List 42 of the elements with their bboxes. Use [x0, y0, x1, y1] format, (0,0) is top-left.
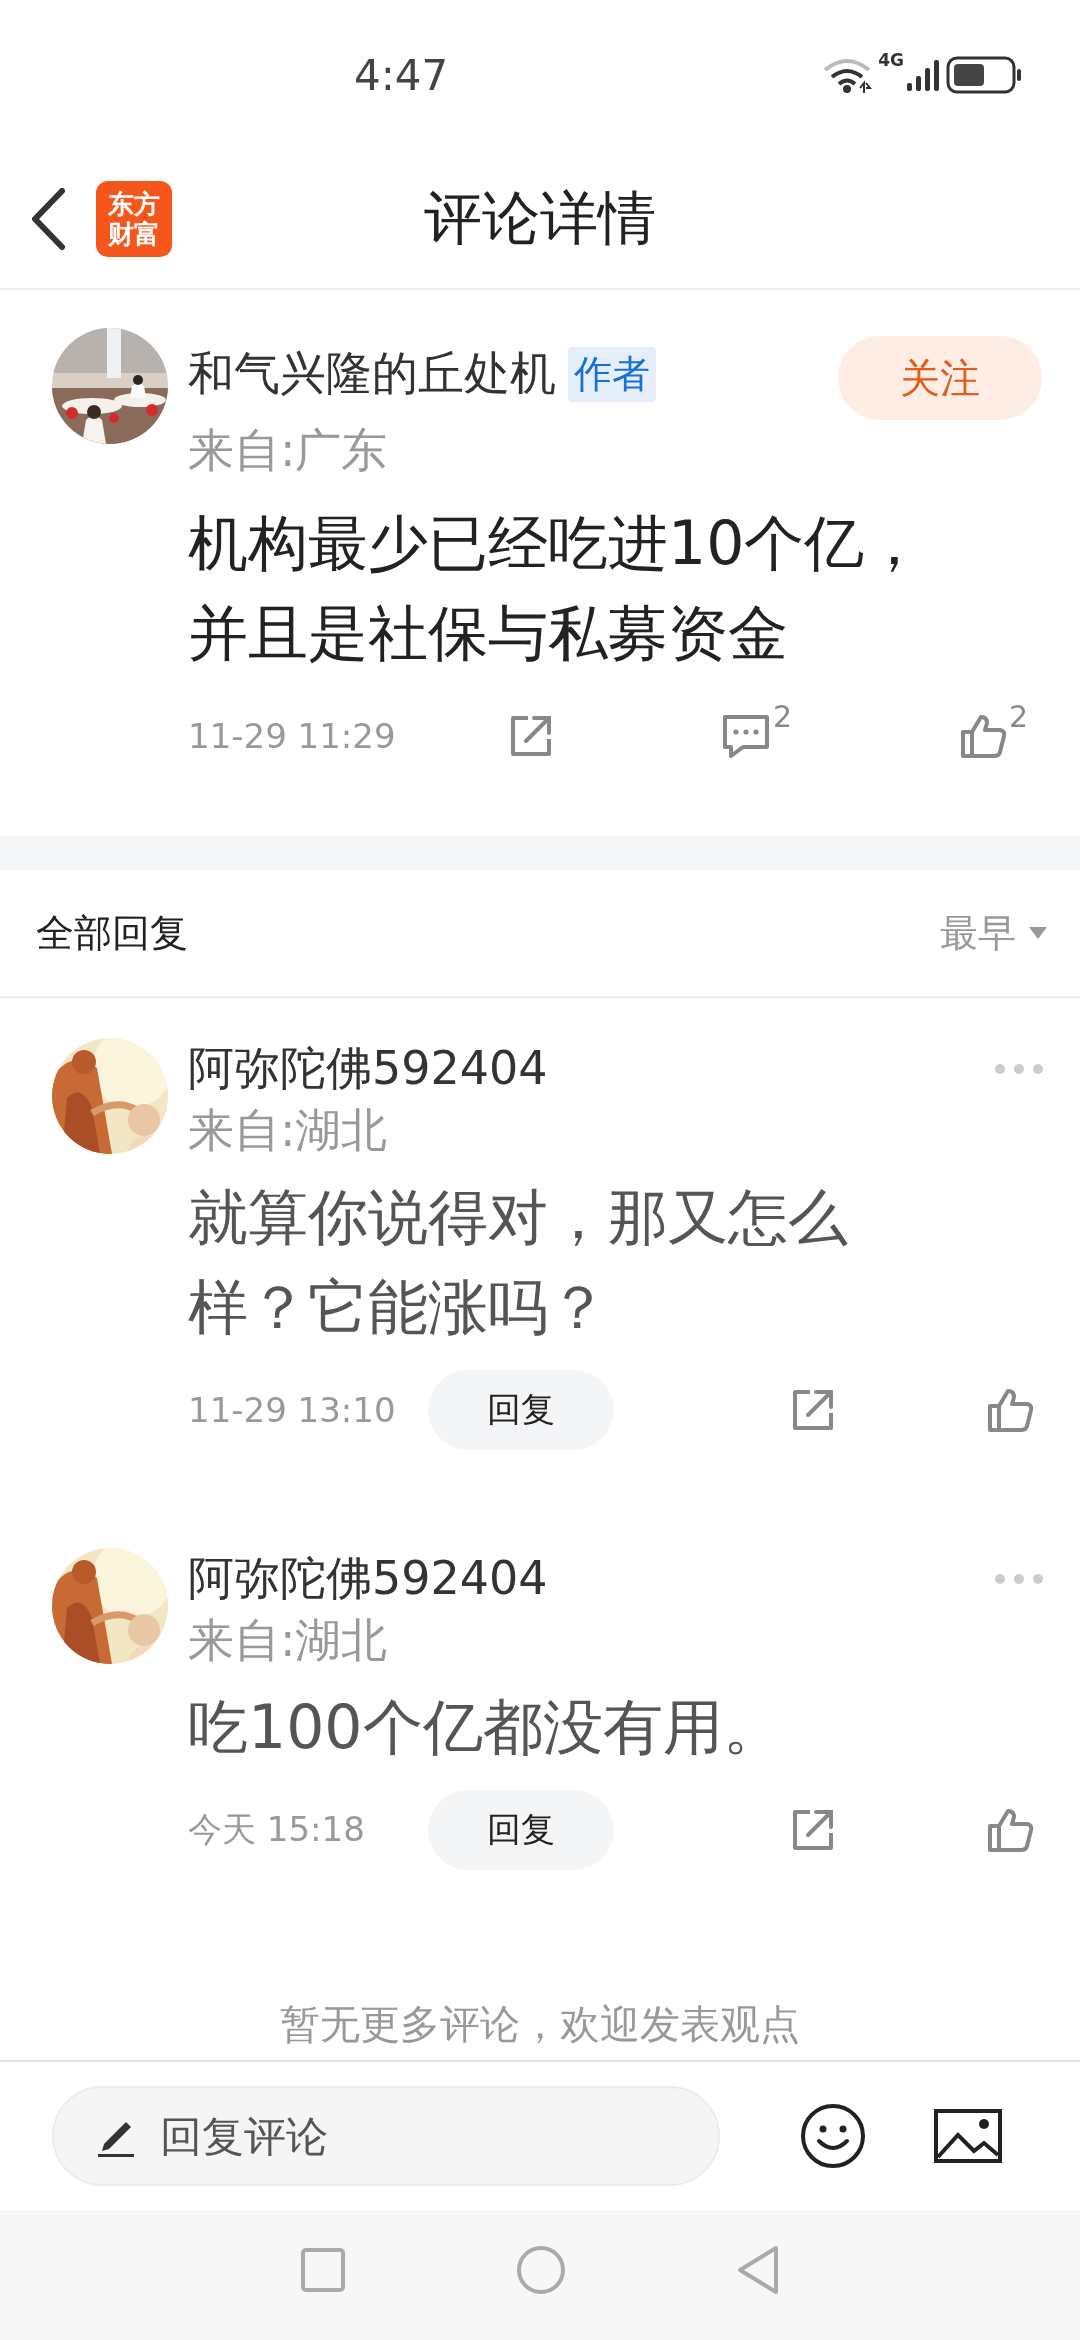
author-name[interactable]: 阿弥陀佛592404 [188, 1038, 548, 1100]
battery-icon [946, 56, 1022, 94]
home-icon[interactable] [516, 2245, 566, 2295]
share-icon[interactable] [790, 1387, 836, 1433]
wifi-icon [822, 56, 873, 94]
share-icon[interactable] [508, 713, 554, 759]
comment-count: 2 [772, 699, 792, 734]
reply-button[interactable]: 回复 [428, 1790, 614, 1870]
reply-button[interactable]: 回复 [428, 1370, 614, 1450]
smiley-icon[interactable] [800, 2103, 866, 2169]
reply-text: 就算你说得对，那又怎么样？它能涨吗？ [188, 1181, 849, 1344]
reply-time: 11-29 13:10 [188, 1390, 397, 1430]
share-icon[interactable] [790, 1807, 836, 1853]
back-nav-icon[interactable] [736, 2245, 780, 2295]
like-count: 2 [1008, 699, 1028, 734]
status-time: 4:47 [354, 50, 449, 100]
location-text: 来自:湖北 [188, 1612, 389, 1669]
author-name[interactable]: 阿弥陀佛592404 [188, 1548, 548, 1610]
thumbs-up-icon[interactable] [986, 1807, 1034, 1853]
author-name[interactable]: 和气兴隆的丘处机 [188, 343, 556, 405]
location-text: 来自:湖北 [188, 1102, 389, 1159]
end-note: 暂无更多评论，欢迎发表观点 [280, 2000, 800, 2049]
comment-input-field[interactable]: 回复评论 [160, 2111, 600, 2161]
section-title: 全部回复 [36, 909, 188, 957]
location-text: 来自:广东 [188, 422, 389, 479]
app-logo: 东方 财富 [96, 181, 172, 257]
thumbs-up-icon[interactable] [958, 713, 1007, 759]
thumbs-up-icon[interactable] [986, 1387, 1034, 1433]
network-label: 4G [878, 50, 904, 70]
back-icon[interactable] [30, 188, 66, 250]
image-icon[interactable] [934, 2109, 1002, 2163]
post-time: 11-29 11:29 [188, 716, 397, 756]
recents-icon[interactable] [300, 2247, 346, 2293]
author-tag: 作者 [568, 346, 656, 402]
reply-text: 吃100个亿都没有用。 [188, 1691, 784, 1764]
post-text: 机构最少已经吃进10个亿，并且是社保与私募资金 [188, 507, 926, 670]
page-title: 评论详情 [424, 183, 656, 254]
reply-time: 今天 15:18 [188, 1808, 366, 1851]
signal-icon [906, 59, 940, 91]
caret-icon [1028, 926, 1048, 940]
comment-field[interactable]: 回复评论 [52, 2086, 720, 2186]
comment-icon[interactable] [720, 713, 771, 759]
